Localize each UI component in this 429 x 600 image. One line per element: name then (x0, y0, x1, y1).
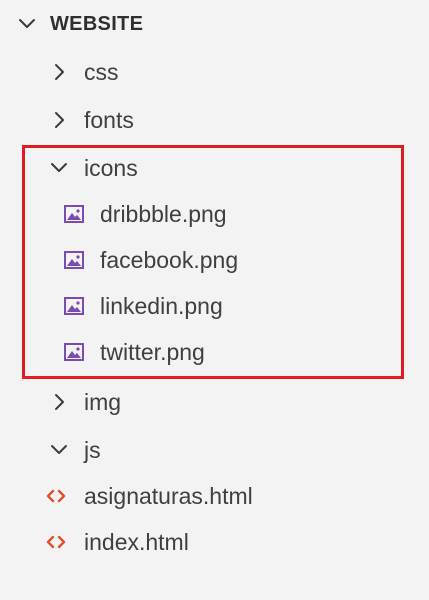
tree-item-label: dribbble.png (100, 200, 227, 227)
chevron-down-icon[interactable] (48, 439, 70, 461)
image-file-icon (62, 294, 86, 318)
tree-item-label: facebook.png (100, 246, 239, 273)
tree-item-label: asignaturas.html (84, 482, 253, 509)
tree-item-label: icons (84, 154, 138, 181)
image-file-icon (62, 248, 86, 272)
tree-item-label: index.html (84, 528, 189, 555)
tree-item-label: img (84, 388, 122, 415)
tree-item-label: css (84, 58, 119, 85)
chevron-right-icon[interactable] (48, 61, 70, 83)
tree-item-label: linkedin.png (100, 292, 223, 319)
html-file-icon (44, 484, 68, 508)
section-title: WEBSITE (50, 12, 144, 35)
tree-item-label: fonts (84, 106, 134, 133)
file-explorer: WEBSITE css fonts icons dribbble.png fac… (0, 0, 429, 600)
chevron-down-icon[interactable] (48, 157, 70, 179)
chevron-right-icon[interactable] (48, 391, 70, 413)
tree-item-label: js (84, 436, 101, 463)
image-file-icon (62, 202, 86, 226)
html-file-icon (44, 530, 68, 554)
chevron-down-icon[interactable] (16, 13, 38, 35)
image-file-icon (62, 340, 86, 364)
tree-item-label: twitter.png (100, 338, 205, 365)
chevron-right-icon[interactable] (48, 109, 70, 131)
